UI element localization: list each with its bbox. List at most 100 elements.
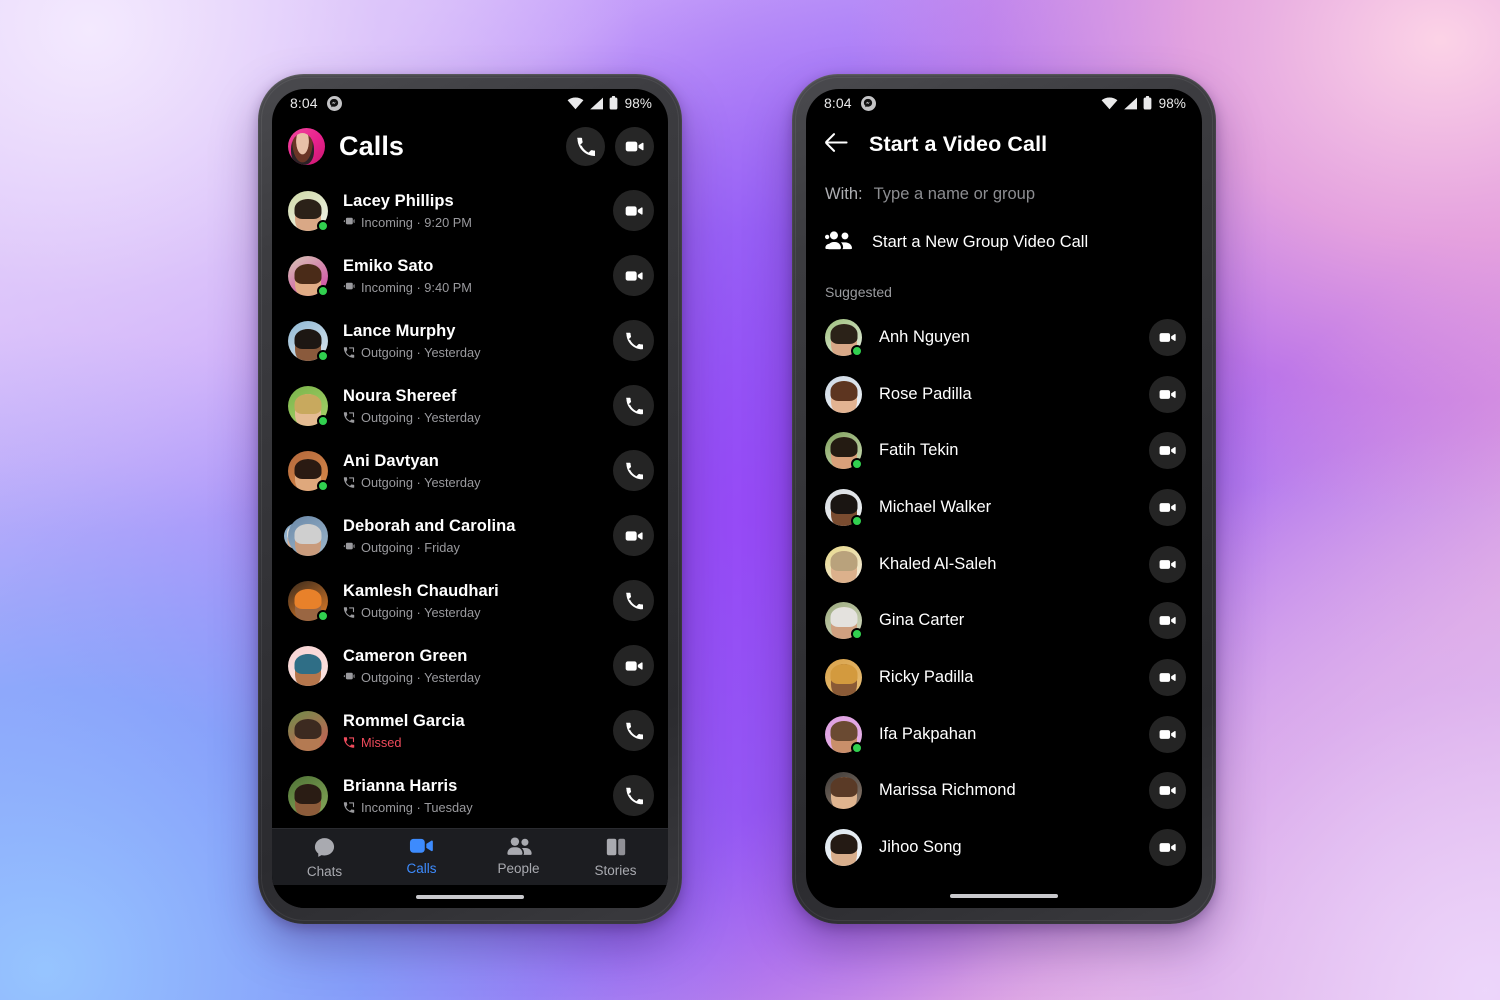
video-call-button[interactable] bbox=[1149, 488, 1186, 526]
audio-call-button[interactable] bbox=[613, 710, 654, 751]
video-call-button[interactable] bbox=[1149, 602, 1186, 640]
recipient-input[interactable]: Type a name or group bbox=[874, 185, 1035, 204]
audio-call-button[interactable] bbox=[613, 775, 654, 816]
call-status: Outgoing · Yesterday bbox=[343, 410, 613, 425]
audio-call-button[interactable] bbox=[613, 580, 654, 621]
video-call-button[interactable] bbox=[1149, 715, 1186, 753]
contact-name: Cameron Green bbox=[343, 646, 468, 665]
suggested-contact-row[interactable]: Jihoo Song bbox=[806, 819, 1202, 876]
suggested-contact-row[interactable]: Michael Walker bbox=[806, 479, 1202, 536]
call-direction-icon bbox=[343, 411, 355, 423]
video-call-button[interactable] bbox=[1149, 829, 1186, 867]
avatar-hair bbox=[294, 393, 322, 414]
avatar-image bbox=[825, 658, 862, 696]
suggested-contact-row[interactable]: Rose Padilla bbox=[806, 366, 1202, 423]
video-call-button[interactable] bbox=[615, 127, 654, 166]
status-time: 8:04 bbox=[290, 95, 318, 111]
call-row[interactable]: Ani Davtyan Outgoing · Yesterday bbox=[272, 438, 668, 503]
call-row[interactable]: Cameron Green Outgoing · Yesterday bbox=[272, 633, 668, 698]
contact-name: Michael Walker bbox=[879, 497, 992, 516]
call-row[interactable]: Kamlesh Chaudhari Outgoing · Yesterday bbox=[272, 568, 668, 633]
avatar-image bbox=[825, 375, 862, 413]
nav-item-people[interactable]: People bbox=[470, 836, 567, 881]
suggested-contact-row[interactable]: Khaled Al-Saleh bbox=[806, 536, 1202, 593]
video-call-button[interactable] bbox=[1149, 375, 1186, 413]
bottom-navigation[interactable]: Chats Calls People Stories bbox=[272, 828, 668, 885]
group-call-label: Start a New Group Video Call bbox=[872, 233, 1089, 251]
calls-list[interactable]: Lacey Phillips Incoming · 9:20 PM Emiko Sa… bbox=[272, 178, 668, 828]
avatar bbox=[825, 715, 863, 754]
home-indicator[interactable] bbox=[416, 894, 524, 899]
avatar bbox=[288, 450, 329, 492]
video-call-button[interactable] bbox=[1149, 772, 1186, 810]
audio-call-button[interactable] bbox=[613, 385, 654, 426]
suggested-contact-row[interactable]: Anh Nguyen bbox=[806, 309, 1202, 366]
calls-icon bbox=[409, 836, 434, 856]
home-indicator-area bbox=[272, 885, 668, 908]
video-call-button[interactable] bbox=[613, 190, 654, 231]
call-row[interactable]: Noura Shereef Outgoing · Yesterday bbox=[272, 373, 668, 438]
call-row[interactable]: Brianna Harris Incoming · Tuesday bbox=[272, 763, 668, 828]
video-call-button[interactable] bbox=[1149, 432, 1186, 470]
call-info: Deborah and Carolina Outgoing · Friday bbox=[343, 517, 613, 555]
battery-percent: 98% bbox=[624, 95, 652, 111]
call-status: Outgoing · Yesterday bbox=[343, 670, 613, 685]
suggested-contact-row[interactable]: Gina Carter bbox=[806, 592, 1202, 649]
people-icon bbox=[506, 836, 532, 856]
nav-item-chats[interactable]: Chats bbox=[276, 836, 373, 881]
contact-name: Noura Shereef bbox=[343, 386, 457, 405]
group-people-icon bbox=[825, 230, 853, 255]
call-status-text: Outgoing · Friday bbox=[361, 539, 460, 555]
start-group-video-call-button[interactable]: Start a New Group Video Call bbox=[806, 218, 1202, 268]
call-row[interactable]: Deborah and Carolina Outgoing · Friday bbox=[272, 503, 668, 568]
avatar-hair bbox=[294, 718, 322, 739]
contact-name: Rommel Garcia bbox=[343, 711, 465, 730]
recipient-row[interactable]: With: Type a name or group bbox=[806, 173, 1202, 218]
video-call-button[interactable] bbox=[613, 255, 654, 296]
messenger-icon bbox=[326, 95, 342, 111]
audio-call-button[interactable] bbox=[613, 450, 654, 491]
video-call-icon bbox=[1159, 502, 1176, 512]
call-direction-icon bbox=[343, 606, 355, 618]
avatar-image bbox=[825, 772, 862, 810]
suggested-contact-row[interactable]: Marissa Richmond bbox=[806, 763, 1202, 820]
audio-call-button[interactable] bbox=[566, 127, 605, 166]
video-call-icon bbox=[1159, 332, 1176, 342]
call-row[interactable]: Emiko Sato Incoming · 9:40 PM bbox=[272, 243, 668, 308]
back-arrow-icon[interactable] bbox=[825, 132, 848, 157]
avatar bbox=[825, 545, 862, 583]
avatar-hair bbox=[830, 777, 857, 798]
video-direction-icon bbox=[343, 672, 355, 680]
call-row[interactable]: Lacey Phillips Incoming · 9:20 PM bbox=[272, 178, 668, 243]
avatar-hair bbox=[830, 437, 857, 458]
contact-name: Gina Carter bbox=[879, 611, 965, 630]
call-row[interactable]: Rommel Garcia Missed bbox=[272, 698, 668, 763]
suggested-contact-row[interactable]: Fatih Tekin bbox=[806, 422, 1202, 479]
call-info: Brianna Harris Incoming · Tuesday bbox=[343, 777, 613, 815]
video-call-button[interactable] bbox=[613, 515, 654, 556]
nav-item-stories[interactable]: Stories bbox=[567, 836, 664, 881]
call-row[interactable]: Lance Murphy Outgoing · Yesterday bbox=[272, 308, 668, 373]
call-info: Kamlesh Chaudhari Outgoing · Yesterday bbox=[343, 582, 613, 620]
nav-label: Stories bbox=[594, 863, 637, 878]
suggested-contact-row[interactable]: Ricky Padilla bbox=[806, 649, 1202, 706]
video-direction-icon bbox=[343, 672, 355, 682]
online-status-dot bbox=[851, 514, 863, 527]
profile-avatar[interactable] bbox=[288, 128, 325, 165]
suggested-contacts-list[interactable]: Anh Nguyen Rose Padilla Fatih Tekin Michael… bbox=[806, 309, 1202, 908]
phone-device-left: 8:04 98% Calls Lacey Phillips Incoming ·… bbox=[258, 74, 682, 924]
home-indicator[interactable] bbox=[950, 894, 1058, 898]
contact-name: Lacey Phillips bbox=[343, 191, 454, 210]
avatar-hair bbox=[294, 328, 322, 349]
video-call-button[interactable] bbox=[1149, 658, 1186, 696]
video-call-icon bbox=[1159, 616, 1176, 626]
video-call-button[interactable] bbox=[1149, 545, 1186, 583]
nav-item-calls[interactable]: Calls bbox=[373, 836, 470, 881]
audio-call-button[interactable] bbox=[613, 320, 654, 361]
video-call-button[interactable] bbox=[1149, 318, 1186, 356]
call-status: Incoming · Tuesday bbox=[343, 800, 613, 815]
suggested-contact-row[interactable]: Ifa Pakpahan bbox=[806, 706, 1202, 763]
video-call-button[interactable] bbox=[613, 645, 654, 686]
video-call-icon bbox=[1159, 559, 1176, 569]
online-status-dot bbox=[317, 414, 329, 427]
